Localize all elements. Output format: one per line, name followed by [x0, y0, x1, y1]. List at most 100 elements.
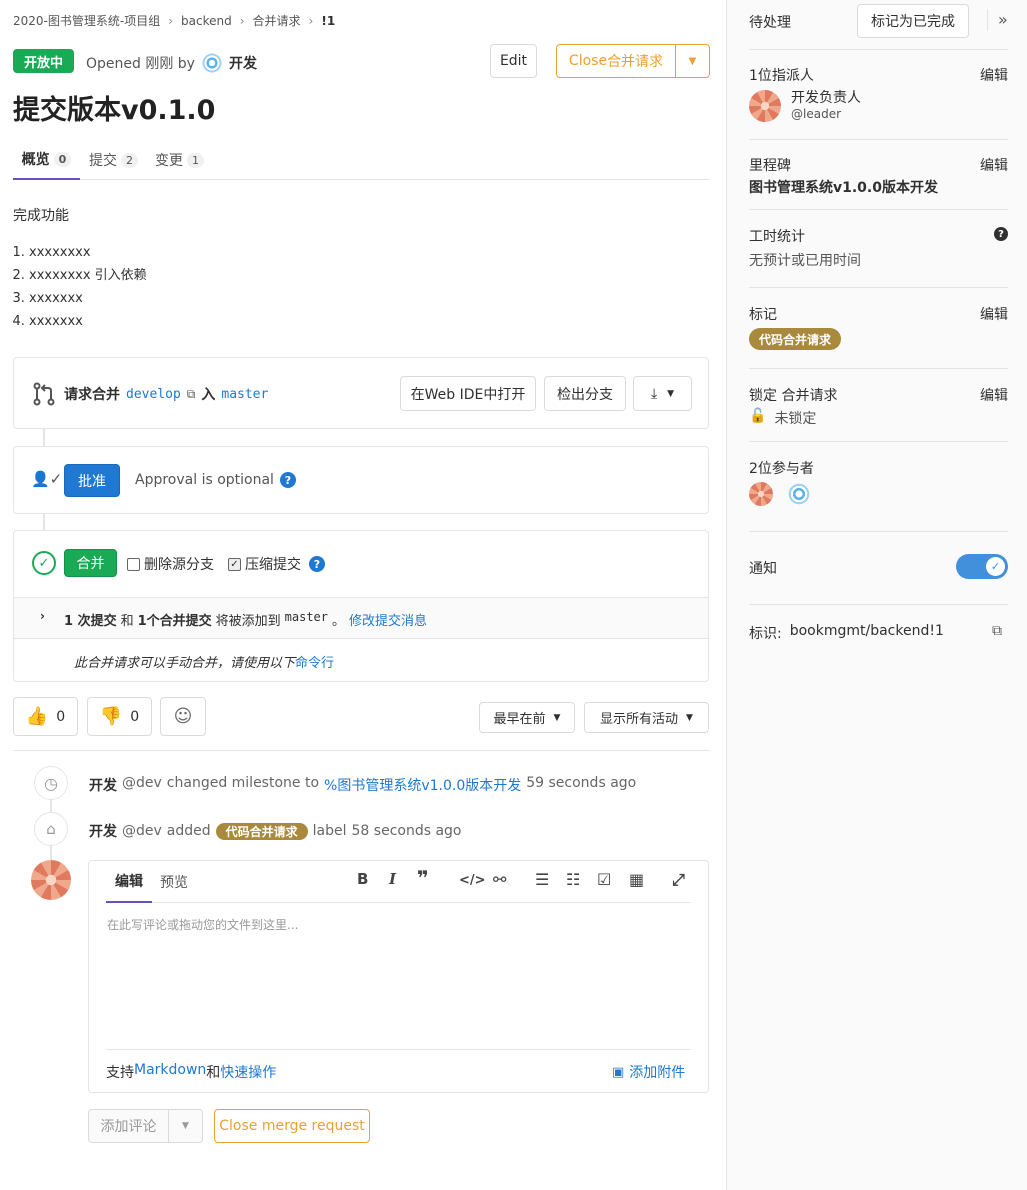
open-web-ide-button[interactable]: 在Web IDE中打开: [400, 376, 536, 411]
caret-down-icon: ▼: [182, 1121, 189, 1131]
list-item: xxxxxxxx: [29, 241, 147, 264]
approve-button[interactable]: 批准: [64, 464, 120, 497]
divider: [749, 368, 1008, 369]
activity-item: 开发 @dev added 代码合并请求 label 58 seconds ag…: [89, 821, 462, 841]
modify-commit-message-link[interactable]: 修改提交消息: [349, 610, 427, 629]
commit-summary-row[interactable]: › 1 次提交 和 1个合并提交 将被添加到 master。 修改提交消息: [14, 597, 708, 639]
mark-done-button[interactable]: 标记为已完成: [857, 4, 969, 38]
assignee-name[interactable]: 开发负责人: [791, 87, 861, 107]
link-icon[interactable]: ⚯: [493, 870, 506, 889]
activity-user[interactable]: 开发: [89, 775, 117, 795]
activity-text: added: [166, 823, 211, 839]
branch-info: 请求合并 develop ⧉ 入 master: [64, 384, 268, 404]
question-icon[interactable]: ?: [994, 227, 1008, 241]
approval-card: 👤✓ 批准 Approval is optional ?: [13, 446, 709, 514]
copy-icon[interactable]: ⧉: [992, 623, 1002, 639]
activity-handle[interactable]: @dev: [122, 775, 162, 795]
add-comment-button[interactable]: 添加评论: [88, 1109, 169, 1143]
numbered-list-icon[interactable]: ☷: [566, 870, 580, 889]
filter-label: 显示所有活动: [600, 712, 679, 727]
breadcrumb-group[interactable]: 2020-图书管理系统-项目组: [13, 12, 160, 29]
copy-icon[interactable]: ⧉: [187, 387, 196, 402]
code-icon[interactable]: </>: [459, 873, 486, 888]
command-line-link[interactable]: 命令行: [295, 656, 334, 671]
tab-commits[interactable]: 提交 2: [89, 140, 138, 180]
sort-dropdown[interactable]: 最早在前 ▼: [479, 702, 575, 733]
bullet-list-icon[interactable]: ☰: [535, 870, 549, 889]
close-mr-button[interactable]: Close 合并请求: [556, 44, 676, 78]
target-branch[interactable]: master: [221, 387, 268, 402]
checkbox-checked[interactable]: ✓: [228, 557, 241, 571]
tab-changes[interactable]: 变更 1: [155, 140, 204, 180]
current-user-avatar[interactable]: [31, 860, 71, 900]
commit-summary: 1 次提交 和 1个合并提交 将被添加到 master。 修改提交消息: [64, 610, 427, 629]
breadcrumb-section[interactable]: 合并请求: [253, 12, 301, 29]
participant-avatar[interactable]: [749, 482, 773, 506]
labels-title: 标记: [749, 307, 777, 323]
quick-actions-link[interactable]: 快速操作: [220, 1062, 276, 1082]
help-icon[interactable]: ?: [309, 556, 325, 572]
attach-file-button[interactable]: ▣ 添加附件: [612, 1062, 685, 1082]
breadcrumb: 2020-图书管理系统-项目组 › backend › 合并请求 › !1: [13, 12, 335, 29]
thumbs-up-icon: 👍: [25, 706, 49, 727]
tag-icon: ⌂: [34, 812, 68, 846]
thumbs-up-button[interactable]: 👍 0: [13, 697, 78, 736]
squash-checkbox[interactable]: ✓ 压缩提交 ?: [228, 554, 325, 574]
chevron-right-icon[interactable]: ›: [40, 609, 45, 623]
labels-edit[interactable]: 编辑: [980, 304, 1008, 324]
milestone-link[interactable]: %图书管理系统v1.0.0版本开发: [324, 775, 521, 795]
milestone-edit[interactable]: 编辑: [980, 155, 1008, 175]
into-label: 入: [201, 387, 216, 403]
reference: 标识: bookmgmt/backend!1: [749, 623, 1008, 643]
close-merge-request-button[interactable]: Close merge request: [214, 1109, 370, 1143]
source-branch[interactable]: develop: [126, 387, 181, 402]
breadcrumb-current[interactable]: !1: [321, 14, 335, 28]
thumbs-down-button[interactable]: 👎 0: [87, 697, 152, 736]
download-dropdown[interactable]: ⤓ ▼: [633, 376, 692, 411]
close-dropdown-toggle[interactable]: ▼: [675, 44, 710, 78]
italic-icon[interactable]: I: [389, 870, 396, 888]
bold-icon[interactable]: B: [357, 870, 368, 888]
assignee-edit[interactable]: 编辑: [980, 65, 1008, 85]
breadcrumb-project[interactable]: backend: [181, 14, 232, 28]
author-name[interactable]: 开发: [229, 53, 257, 73]
activity-user[interactable]: 开发: [89, 821, 117, 841]
milestone-section: 里程碑 编辑 图书管理系统v1.0.0版本开发: [749, 155, 1008, 196]
table-icon[interactable]: ▦: [629, 870, 644, 889]
tab-overview[interactable]: 概览 0: [13, 140, 80, 180]
participant-avatar[interactable]: [787, 482, 811, 506]
merge-button[interactable]: 合并: [64, 549, 117, 577]
tab-preview[interactable]: 预览: [160, 861, 188, 903]
tab-commits-count: 2: [121, 152, 138, 168]
milestone-value[interactable]: 图书管理系统v1.0.0版本开发: [749, 177, 938, 197]
activity-filter-dropdown[interactable]: 显示所有活动 ▼: [584, 702, 709, 733]
activity-handle[interactable]: @dev: [122, 823, 162, 839]
list-item: xxxxxxx: [29, 287, 147, 310]
caret-down-icon: ▼: [667, 388, 675, 399]
fullscreen-icon[interactable]: ⤢: [672, 870, 685, 890]
attach-label: 添加附件: [629, 1065, 686, 1081]
assignee-section: 1位指派人 编辑 开发负责人 @leader: [749, 65, 1008, 122]
request-merge-label: 请求合并: [64, 387, 120, 403]
checkbox-unchecked[interactable]: [127, 557, 140, 571]
notifications-toggle[interactable]: ✓: [956, 554, 1008, 579]
mr-tabs: 概览 0 提交 2 变更 1: [13, 140, 710, 180]
markdown-link[interactable]: Markdown: [134, 1062, 206, 1082]
label-badge[interactable]: 代码合并请求: [215, 822, 308, 840]
lock-edit[interactable]: 编辑: [980, 385, 1008, 405]
task-list-icon[interactable]: ☑: [597, 870, 611, 889]
help-icon[interactable]: ?: [279, 472, 296, 488]
comment-type-dropdown[interactable]: ▼: [168, 1109, 203, 1143]
edit-button[interactable]: Edit: [490, 44, 537, 78]
delete-source-checkbox[interactable]: 删除源分支: [127, 554, 214, 574]
merge-branch-card: 请求合并 develop ⧉ 入 master 在Web IDE中打开 检出分支…: [13, 357, 709, 429]
assignee-avatar[interactable]: [749, 90, 781, 122]
comment-input[interactable]: 在此写评论或拖动您的文件到这里...: [107, 916, 298, 933]
collapse-sidebar-icon[interactable]: »: [998, 10, 1008, 29]
add-emoji-button[interactable]: ☺: [160, 697, 206, 736]
label-badge[interactable]: 代码合并请求: [749, 328, 841, 350]
checkout-branch-button[interactable]: 检出分支: [544, 376, 626, 411]
tab-write[interactable]: 编辑: [106, 861, 152, 903]
quote-icon[interactable]: ❞: [417, 866, 429, 890]
author-avatar[interactable]: [200, 52, 223, 74]
